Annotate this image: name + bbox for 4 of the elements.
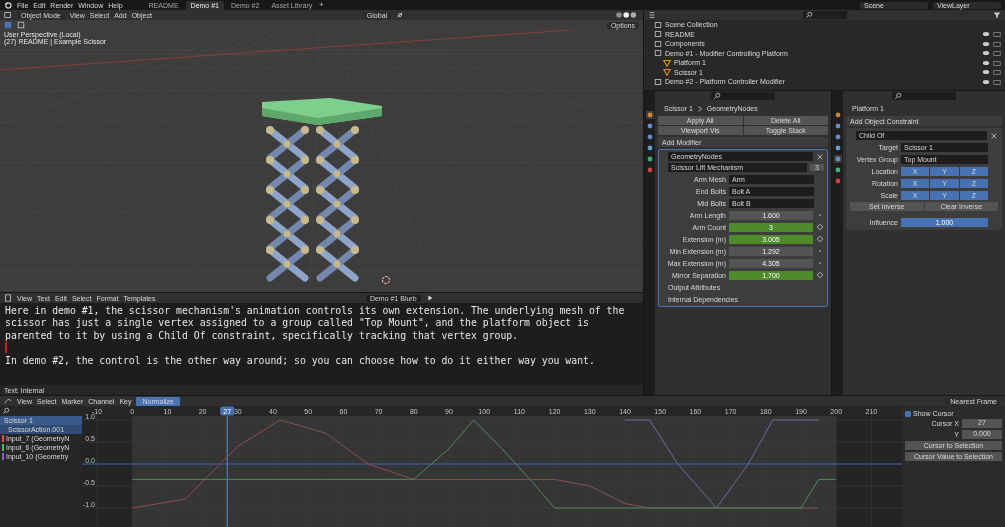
text-line: In demo #2, the control is the other way around; so you can choose how to do it either way you want.	[5, 354, 596, 367]
text-line: scissor has just a single vertex assigned to a group called "Top Mount", and the platform object is	[5, 317, 590, 330]
text-line: parented to it by using a Child Of constraint, specifically tracking that vertex group.	[5, 329, 520, 343]
text-line: Here in demo #1, the scissor mechanism's animation controls its own extension. The underlying mesh of the	[5, 305, 626, 318]
